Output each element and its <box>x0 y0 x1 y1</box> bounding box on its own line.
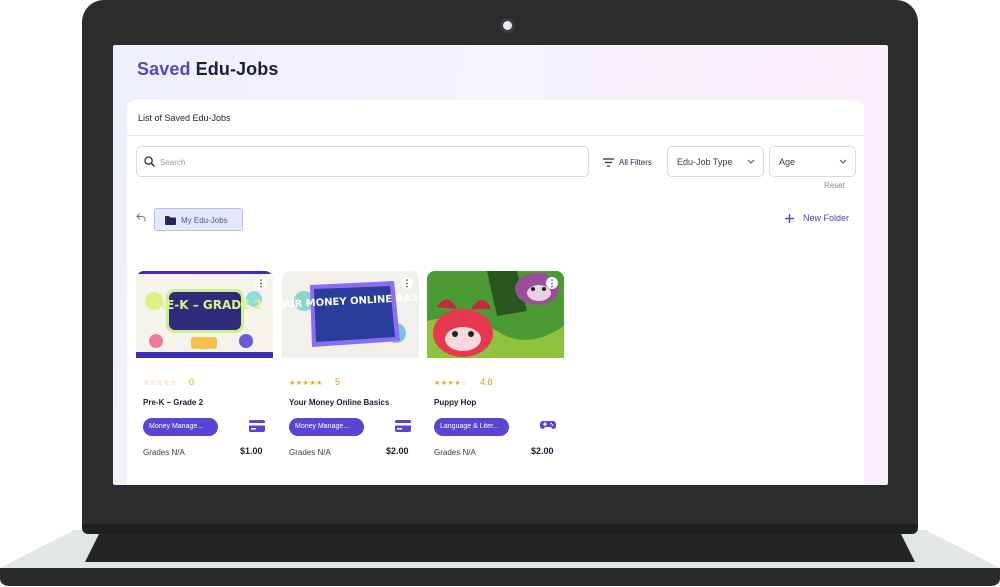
rating-value: 5 <box>335 377 341 387</box>
edu-job-type-label: Edu-Job Type <box>677 157 733 167</box>
edu-job-type-select[interactable]: Edu-Job Type <box>667 146 764 177</box>
page-title-accent: Saved <box>137 59 191 79</box>
rating-stars: ☆☆☆☆☆ <box>143 380 177 387</box>
all-filters-label: All Filters <box>619 157 652 167</box>
new-folder-button[interactable]: New Folder <box>785 213 849 223</box>
breadcrumb-folder-label: My Edu-Jobs <box>181 216 228 225</box>
new-folder-label: New Folder <box>803 213 850 223</box>
panel-header: List of Saved Edu-Jobs <box>127 100 864 136</box>
search-icon <box>144 156 155 167</box>
plus-icon <box>785 213 794 223</box>
rating-stars: ★★★★☆ <box>434 380 468 387</box>
laptop-hinge <box>82 524 918 534</box>
gamepad-icon <box>540 421 556 429</box>
filter-icon <box>603 157 614 167</box>
credit-card-icon <box>395 420 411 432</box>
card-menu-button[interactable]: ⋮ <box>546 277 558 289</box>
card-title[interactable]: Pre-K – Grade 2 <box>143 398 203 407</box>
page-title: Saved Edu-Jobs <box>137 59 278 80</box>
category-tag[interactable]: Language & Liter... <box>434 418 509 436</box>
chevron-down-icon <box>839 159 847 164</box>
price: $1.00 <box>240 446 263 456</box>
chevron-down-icon <box>747 159 755 164</box>
card-thumbnail-line-1: PRE-K – GRADE 2 <box>148 298 262 312</box>
all-filters-button[interactable]: All Filters <box>603 155 652 169</box>
breadcrumb-folder[interactable]: My Edu-Jobs <box>154 208 243 231</box>
reset-link[interactable]: Reset <box>824 181 845 190</box>
back-arrow-icon[interactable] <box>136 213 146 222</box>
rating-stars: ★★★★★ <box>289 380 323 387</box>
edu-job-card[interactable]: ⋮ ★★★★☆ 4.8 Puppy Hop Language & Liter..… <box>427 271 564 464</box>
webcam <box>500 18 515 33</box>
search-input[interactable] <box>160 154 580 170</box>
grades-label: Grades N/A <box>434 448 476 457</box>
card-title[interactable]: Your Money Online Basics <box>289 398 389 407</box>
grades-label: Grades N/A <box>289 448 331 457</box>
price: $2.00 <box>531 446 554 456</box>
age-select[interactable]: Age <box>769 146 856 177</box>
laptop-base <box>0 530 1000 586</box>
card-menu-button[interactable]: ⋮ <box>255 277 267 289</box>
rating-value: 4.8 <box>480 377 493 387</box>
price: $2.00 <box>386 446 409 456</box>
card-thumbnail: ⋮ <box>427 271 564 358</box>
category-tag[interactable]: Money Manage... <box>289 418 364 436</box>
card-title[interactable]: Puppy Hop <box>434 398 476 407</box>
saved-jobs-panel: List of Saved Edu-Jobs All Filters Edu-J… <box>127 100 864 485</box>
credit-card-icon <box>249 420 265 432</box>
search-box[interactable] <box>136 146 589 177</box>
grades-label: Grades N/A <box>143 448 185 457</box>
folder-icon <box>165 216 176 225</box>
age-label: Age <box>779 157 796 167</box>
page-title-rest: Edu-Jobs <box>195 59 279 79</box>
category-tag[interactable]: Money Manage... <box>143 418 218 436</box>
panel-title: List of Saved Edu-Jobs <box>138 113 231 123</box>
screen: Saved Edu-Jobs List of Saved Edu-Jobs Al… <box>113 45 888 485</box>
card-thumbnail: YOUR MONEY ONLINE BASICS ⋮ <box>282 271 419 358</box>
edu-job-card[interactable]: PRE-K – GRADE 2 ⋮ ☆☆☆☆☆ 0 Pre-K – Grade … <box>136 271 273 464</box>
card-thumbnail: PRE-K – GRADE 2 ⋮ <box>136 271 273 358</box>
card-menu-button[interactable]: ⋮ <box>401 277 413 289</box>
edu-job-card[interactable]: YOUR MONEY ONLINE BASICS ⋮ ★★★★★ 5 Your … <box>282 271 419 464</box>
rating-value: 0 <box>189 377 195 387</box>
